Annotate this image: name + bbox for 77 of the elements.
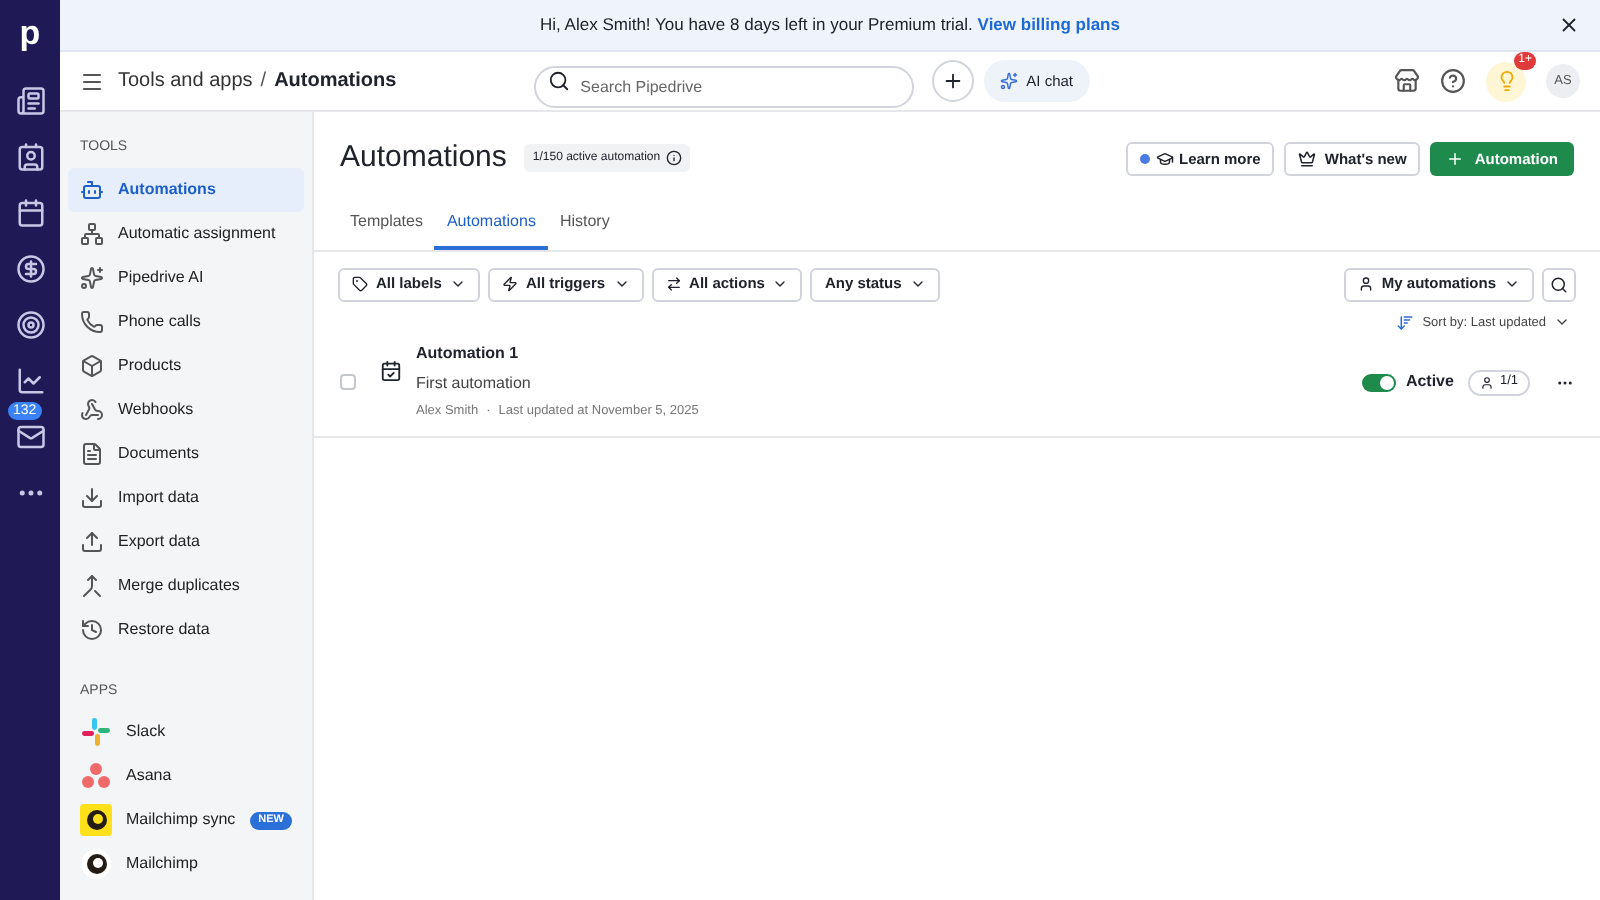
contact-card-icon[interactable] xyxy=(15,142,45,172)
sidebar-item[interactable]: Import data xyxy=(68,475,304,519)
row-checkbox[interactable] xyxy=(340,374,356,391)
target-icon[interactable] xyxy=(15,310,45,340)
help-icon[interactable] xyxy=(1440,68,1466,94)
sidebar-item[interactable]: Automations xyxy=(68,167,304,211)
close-icon[interactable] xyxy=(1558,14,1580,36)
sidebar-item[interactable]: Mailchimp xyxy=(68,842,304,886)
tips-button[interactable] xyxy=(1486,61,1526,101)
box-icon xyxy=(80,353,104,377)
asana-logo-icon xyxy=(80,760,112,792)
graduation-cap-icon xyxy=(1155,149,1173,168)
sparkles-icon xyxy=(80,265,104,289)
sidebar-item[interactable]: Restore data xyxy=(68,607,304,651)
caret-icon xyxy=(613,276,630,292)
arrows-icon xyxy=(665,276,682,292)
chart-icon[interactable] xyxy=(15,366,45,396)
sidebar-item[interactable]: Automatic assignment xyxy=(68,211,304,255)
toggle-switch[interactable] xyxy=(1361,373,1396,392)
sidebar-item[interactable]: Products xyxy=(68,343,304,387)
automation-name[interactable]: Automation 1 xyxy=(416,342,699,367)
sidebar-item[interactable]: Slack xyxy=(68,710,304,754)
sidebar-item[interactable]: Documents xyxy=(68,431,304,475)
crown-icon xyxy=(1298,149,1317,168)
phone-icon xyxy=(80,309,104,333)
marketplace-icon[interactable] xyxy=(1394,68,1420,94)
status-label: Active xyxy=(1405,370,1454,395)
caret-icon xyxy=(772,276,789,292)
webhook-icon xyxy=(80,397,104,421)
banner-text: Hi, Alex Smith! You have 8 days left in your Premium trial. View billing plans xyxy=(540,12,1120,38)
search-icon xyxy=(1550,275,1568,293)
sidebar-item[interactable]: Export data xyxy=(68,519,304,563)
add-button[interactable] xyxy=(932,60,975,102)
person-icon xyxy=(1357,276,1374,292)
lightning-icon xyxy=(501,276,518,292)
billing-link[interactable]: View billing plans xyxy=(977,14,1120,35)
merge-icon xyxy=(80,573,104,597)
sidebar-item[interactable]: Phone calls xyxy=(68,299,304,343)
download-icon xyxy=(80,485,104,509)
calendar-icon[interactable] xyxy=(15,198,45,228)
tag-icon xyxy=(352,276,368,292)
calendar-icon xyxy=(380,360,402,383)
upload-icon xyxy=(80,529,104,553)
sidebar-item[interactable]: Merge duplicates xyxy=(68,563,304,607)
plus-icon xyxy=(1446,149,1465,168)
menu-icon[interactable] xyxy=(80,69,104,93)
person-icon xyxy=(1479,375,1494,390)
slack-logo-icon xyxy=(80,716,112,748)
caret-icon xyxy=(909,276,926,292)
tab[interactable]: Templates xyxy=(338,209,435,249)
plus-icon xyxy=(942,70,965,92)
sidebar-item[interactable]: Asana xyxy=(68,754,304,798)
tab[interactable]: Automations xyxy=(434,209,548,249)
info-icon[interactable] xyxy=(666,150,683,167)
tab[interactable]: History xyxy=(547,209,622,249)
automation-description: First automation xyxy=(416,372,533,397)
search-field[interactable]: Search Pipedrive xyxy=(534,66,915,108)
sidebar-item[interactable]: Webhooks xyxy=(68,387,304,431)
sparkles-icon xyxy=(1000,72,1019,90)
robot-icon xyxy=(80,177,104,201)
lightbulb-icon xyxy=(1495,70,1517,92)
breadcrumb-parent[interactable]: Tools and apps xyxy=(118,66,253,96)
caret-icon xyxy=(1504,276,1520,292)
breadcrumb-current: Automations xyxy=(274,68,397,96)
caret-icon xyxy=(449,276,466,292)
sort-icon xyxy=(1396,313,1415,332)
search-icon xyxy=(548,70,571,92)
mail-icon[interactable] xyxy=(15,422,45,452)
page-title: Automations xyxy=(340,138,507,178)
hierarchy-icon xyxy=(80,221,104,245)
document-icon xyxy=(80,441,104,465)
search-button[interactable] xyxy=(1542,267,1576,301)
restore-icon xyxy=(80,617,104,641)
breadcrumb-separator: / xyxy=(260,68,267,96)
app-logo[interactable]: p xyxy=(19,16,41,52)
dollar-icon[interactable] xyxy=(15,254,45,284)
sidebar-item[interactable]: Pipedrive AI xyxy=(68,255,304,299)
